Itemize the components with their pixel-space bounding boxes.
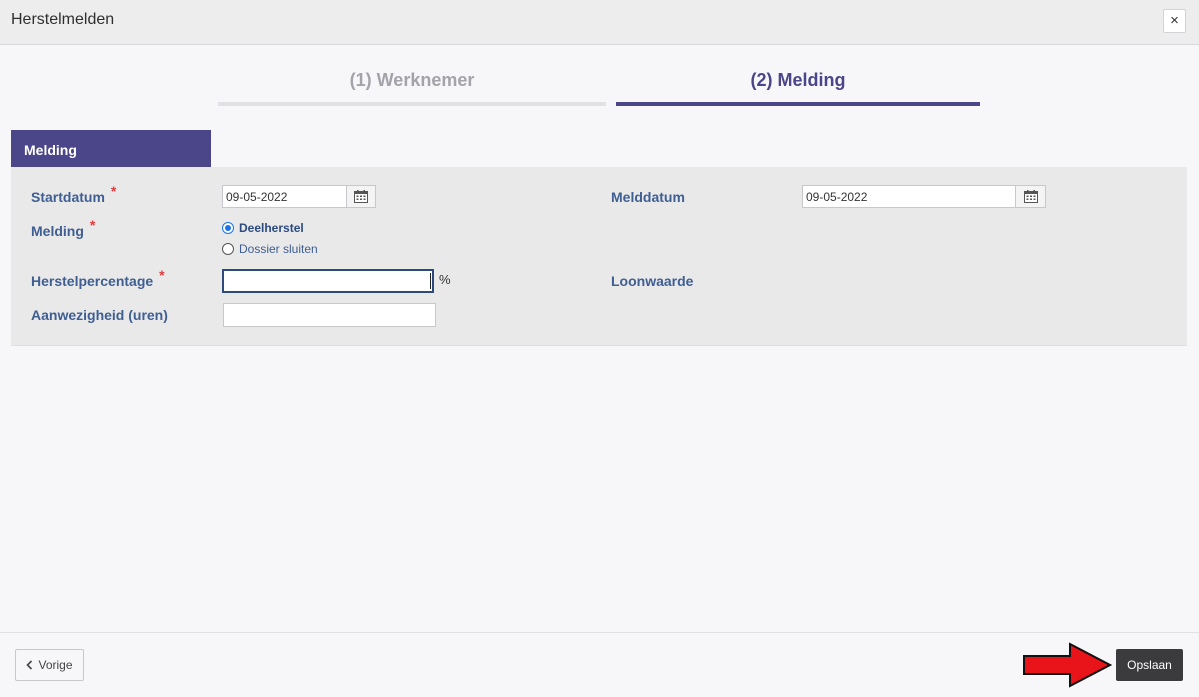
melding-label: Melding *	[31, 217, 95, 239]
save-button-label: Opslaan	[1127, 658, 1172, 672]
arrow-right-icon	[1023, 642, 1112, 688]
melddatum-field	[802, 185, 1046, 208]
save-button[interactable]: Opslaan	[1116, 649, 1183, 681]
step-werknemer-bar	[218, 102, 606, 106]
required-marker: *	[110, 183, 117, 199]
radio-deelherstel-control[interactable]	[222, 222, 234, 234]
step-melding-label: (2) Melding	[750, 70, 846, 90]
melddatum-input[interactable]	[803, 186, 1016, 207]
footer-divider	[0, 632, 1199, 633]
startdatum-label-text: Startdatum	[31, 189, 105, 205]
step-werknemer-label: (1) Werknemer	[349, 70, 475, 90]
melding-label-text: Melding	[31, 223, 84, 239]
dialog-titlebar: Herstelmelden ×	[0, 0, 1199, 45]
radio-deelherstel[interactable]: Deelherstel	[222, 221, 304, 235]
prev-button[interactable]: Vorige	[15, 649, 84, 681]
herstelpercentage-label: Herstelpercentage *	[31, 267, 165, 289]
melddatum-calendar-button[interactable]	[1015, 186, 1045, 207]
herstelpercentage-input[interactable]	[222, 269, 434, 293]
radio-dossier-sluiten-label: Dossier sluiten	[239, 242, 318, 256]
startdatum-field	[222, 185, 376, 208]
text-caret	[430, 273, 431, 289]
prev-button-label: Vorige	[38, 658, 73, 672]
close-button[interactable]: ×	[1163, 9, 1186, 33]
loonwaarde-label: Loonwaarde	[611, 273, 694, 289]
startdatum-input[interactable]	[223, 186, 346, 207]
step-melding[interactable]: (2) Melding	[616, 70, 980, 106]
dialog-title: Herstelmelden	[11, 11, 115, 28]
aanwezigheid-input[interactable]	[223, 303, 436, 327]
percent-unit: %	[439, 272, 451, 287]
tab-melding-label: Melding	[24, 142, 77, 158]
radio-dossier-sluiten-control[interactable]	[222, 243, 234, 255]
calendar-icon	[1023, 190, 1038, 203]
melddatum-label: Melddatum	[611, 189, 685, 205]
required-marker: *	[89, 217, 96, 233]
radio-dossier-sluiten[interactable]: Dossier sluiten	[222, 242, 318, 256]
step-werknemer[interactable]: (1) Werknemer	[218, 70, 606, 106]
aanwezigheid-label: Aanwezigheid (uren)	[31, 307, 168, 323]
herstelpercentage-label-text: Herstelpercentage	[31, 273, 154, 289]
radio-deelherstel-label: Deelherstel	[239, 221, 304, 235]
close-icon: ×	[1170, 12, 1179, 29]
tab-melding[interactable]: Melding	[11, 130, 211, 168]
startdatum-label: Startdatum *	[31, 183, 116, 205]
startdatum-calendar-button[interactable]	[346, 186, 375, 207]
calendar-icon	[354, 190, 368, 203]
required-marker: *	[159, 267, 165, 283]
step-melding-bar	[616, 102, 980, 106]
chevron-left-icon	[26, 660, 33, 670]
